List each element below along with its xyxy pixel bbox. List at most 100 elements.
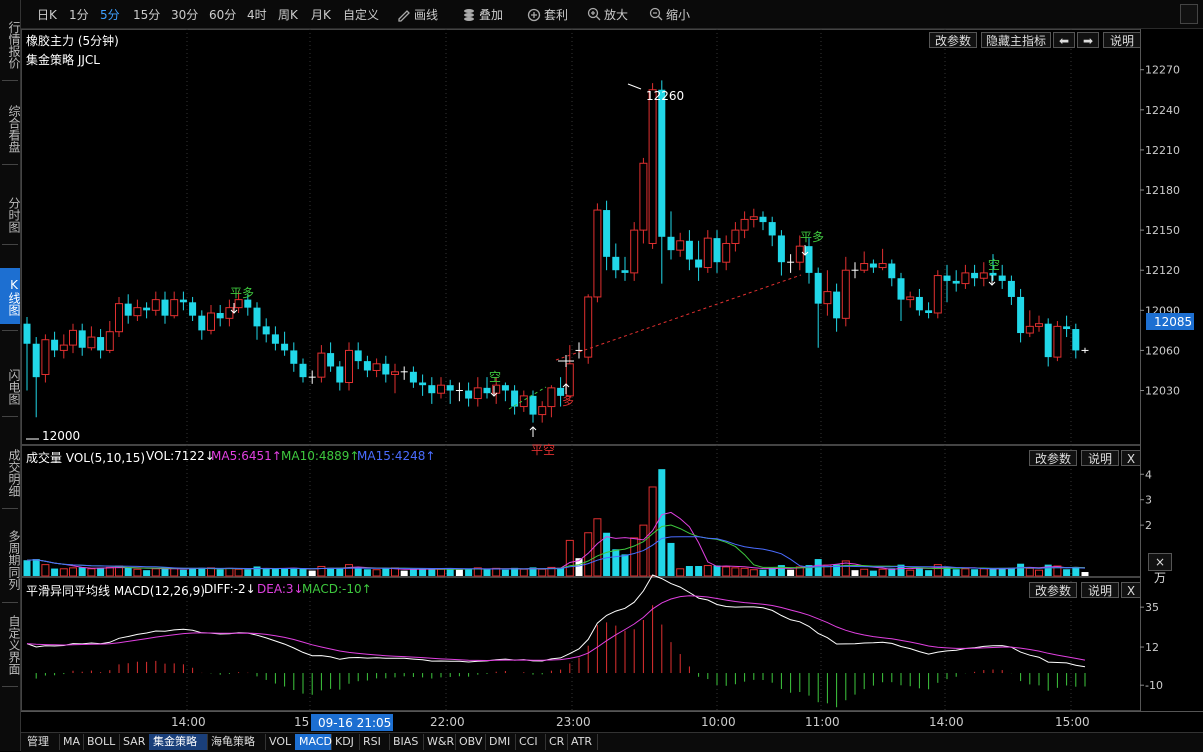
sidebar-tab-2[interactable]: 分时图 bbox=[0, 190, 21, 238]
candle-body bbox=[151, 299, 160, 311]
indicator-tab-10[interactable]: BIAS bbox=[389, 734, 424, 750]
candle-body bbox=[547, 387, 556, 408]
sidebar-separator bbox=[2, 80, 18, 81]
main-help-button[interactable]: 说明 bbox=[1103, 32, 1141, 48]
tool-arbitrage[interactable]: 套利 bbox=[527, 6, 568, 23]
signal-close-short: 平空 bbox=[531, 443, 556, 457]
tool-stack[interactable]: 叠加 bbox=[462, 6, 503, 23]
volume-bar bbox=[372, 569, 381, 577]
volume-ma15-line bbox=[26, 536, 1086, 570]
candle-body bbox=[345, 349, 353, 384]
period-3[interactable]: 15分 bbox=[133, 6, 160, 23]
sidebar-tab-1[interactable]: 综合看盘 bbox=[0, 98, 21, 158]
period-1[interactable]: 1分 bbox=[69, 6, 89, 23]
indicator-tab-0[interactable]: 管理 bbox=[23, 734, 60, 750]
indicator-tab-6[interactable]: VOL bbox=[265, 734, 296, 750]
indicator-tab-13[interactable]: DMI bbox=[485, 734, 516, 750]
period-7[interactable]: 周K bbox=[278, 6, 298, 23]
macd-close-button[interactable]: X bbox=[1121, 582, 1141, 598]
indicator-tab-16[interactable]: ATR bbox=[567, 734, 598, 750]
candle-body bbox=[511, 390, 519, 407]
candle-body bbox=[179, 299, 187, 303]
candle-body bbox=[23, 323, 31, 344]
candle-body bbox=[1017, 296, 1025, 334]
volume-bar bbox=[400, 570, 408, 576]
indicator-tab-5[interactable]: 海龟策略 bbox=[207, 734, 266, 750]
tool-pencil[interactable]: 画线 bbox=[397, 6, 438, 23]
time-tick-label: 15:00 bbox=[1055, 715, 1090, 729]
sidebar-tab-5[interactable]: 成交明细 bbox=[0, 442, 21, 502]
volume-bar bbox=[906, 569, 915, 577]
period-9[interactable]: 自定义 bbox=[343, 6, 379, 23]
tool-label: 放大 bbox=[604, 8, 629, 22]
price-tick-label: 12210 bbox=[1145, 144, 1180, 157]
period-6[interactable]: 4时 bbox=[247, 6, 267, 23]
kline-chart[interactable]: 1227012240122101218012150121201209012060… bbox=[21, 29, 1203, 733]
indicator-tab-7[interactable]: MACD bbox=[295, 734, 332, 750]
period-2[interactable]: 5分 bbox=[100, 6, 120, 23]
candle-body bbox=[419, 382, 427, 386]
candle-body bbox=[105, 331, 114, 351]
period-5[interactable]: 60分 bbox=[209, 6, 236, 23]
macd-change-params-button[interactable]: 改参数 bbox=[1029, 582, 1077, 598]
candle-body bbox=[41, 339, 50, 375]
volume-close-button[interactable]: X bbox=[1121, 450, 1141, 466]
volume-bar bbox=[1063, 569, 1071, 576]
indicator-tab-3[interactable]: SAR bbox=[119, 734, 150, 750]
sidebar-separator bbox=[2, 686, 18, 687]
candle-body bbox=[538, 406, 547, 416]
candle-body bbox=[971, 272, 979, 279]
volume-change-params-button[interactable]: 改参数 bbox=[1029, 450, 1077, 466]
sidebar-tab-4[interactable]: 闪电图 bbox=[0, 362, 21, 410]
volume-bar bbox=[124, 567, 132, 576]
candle-body bbox=[888, 263, 896, 279]
candle-body bbox=[170, 299, 179, 317]
main-change-params-button[interactable]: 改参数 bbox=[929, 32, 977, 48]
price-tick-label: 12120 bbox=[1145, 264, 1180, 277]
tool-zoom-out[interactable]: 缩小 bbox=[649, 6, 690, 23]
indicator-tab-15[interactable]: CR bbox=[545, 734, 568, 750]
volume-bar bbox=[87, 568, 96, 577]
strategy-label: 集金策略 JJCL bbox=[26, 53, 100, 67]
sidebar-tab-0[interactable]: 行情报价 bbox=[0, 14, 21, 74]
indicator-tab-1[interactable]: MA bbox=[59, 734, 84, 750]
volume-bar bbox=[244, 569, 252, 576]
settings-button[interactable] bbox=[1180, 4, 1198, 24]
candle-body bbox=[1044, 323, 1052, 358]
volume-bar bbox=[23, 560, 31, 576]
sidebar-tab-6[interactable]: 多周期同列 bbox=[0, 522, 21, 596]
candle-body bbox=[253, 307, 261, 327]
tool-zoom-in[interactable]: 放大 bbox=[587, 6, 628, 23]
sidebar-tab-7[interactable]: 自定义界面 bbox=[0, 608, 21, 680]
time-tick-label: 10:00 bbox=[701, 715, 736, 729]
hide-main-indicator-button[interactable]: 隐藏主指标 bbox=[981, 32, 1051, 48]
volume-tick-label: 4 bbox=[1145, 468, 1152, 481]
indicator-tab-11[interactable]: W&R bbox=[423, 734, 456, 750]
candle-body bbox=[437, 384, 445, 394]
period-0[interactable]: 日K bbox=[37, 6, 57, 23]
volume-bar bbox=[952, 569, 960, 576]
sidebar-tab-3[interactable]: K线图 bbox=[0, 268, 21, 324]
volume-bar bbox=[446, 568, 454, 576]
macd-help-button[interactable]: 说明 bbox=[1081, 582, 1119, 598]
candle-body bbox=[703, 237, 712, 269]
price-tick-label: 12180 bbox=[1145, 184, 1180, 197]
candle-body bbox=[612, 256, 620, 271]
volume-unit-button[interactable]: ×万 bbox=[1148, 553, 1172, 585]
indicator-tab-4[interactable]: 集金策略 bbox=[149, 734, 208, 750]
indicator-tab-9[interactable]: RSI bbox=[359, 734, 390, 750]
candle-body bbox=[621, 270, 629, 273]
indicator-tab-8[interactable]: KDJ bbox=[331, 734, 360, 750]
next-arrow-button[interactable]: ➡ bbox=[1077, 32, 1099, 48]
candle-body bbox=[998, 275, 1006, 281]
prev-arrow-button[interactable]: ⬅ bbox=[1053, 32, 1075, 48]
indicator-tab-2[interactable]: BOLL bbox=[83, 734, 120, 750]
volume-help-button[interactable]: 说明 bbox=[1081, 450, 1119, 466]
period-4[interactable]: 30分 bbox=[171, 6, 198, 23]
period-8[interactable]: 月K bbox=[311, 6, 331, 23]
candle-body bbox=[933, 275, 942, 314]
candle-body bbox=[833, 291, 841, 319]
candle-body bbox=[676, 240, 685, 251]
indicator-tab-12[interactable]: OBV bbox=[455, 734, 486, 750]
indicator-tab-14[interactable]: CCI bbox=[515, 734, 546, 750]
